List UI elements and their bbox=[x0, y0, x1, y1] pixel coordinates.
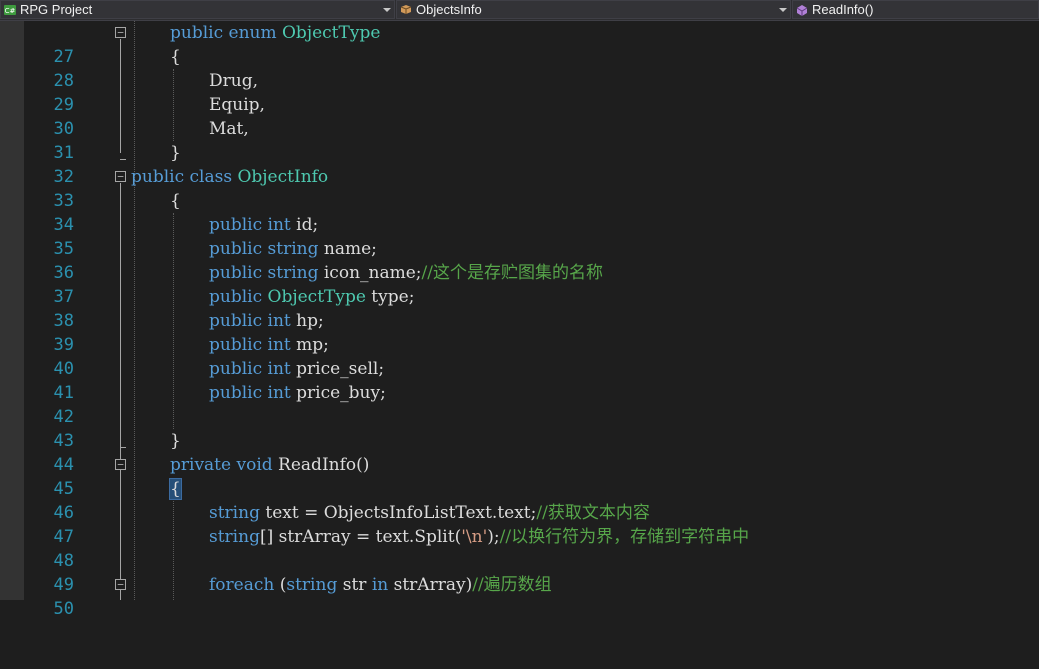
code-line: 49 bbox=[0, 549, 1039, 595]
code-line: 32 } bbox=[0, 141, 1039, 187]
chevron-down-icon[interactable] bbox=[779, 8, 787, 12]
code-line: 44 } bbox=[0, 429, 1039, 475]
code-line: 46 { bbox=[0, 477, 1039, 523]
class-icon bbox=[399, 3, 413, 17]
class-dropdown[interactable]: ObjectsInfo bbox=[396, 0, 791, 19]
code-line: 33 public class ObjectInfo bbox=[0, 165, 1039, 211]
code-line: 30 Equip, bbox=[0, 93, 1039, 139]
member-dropdown[interactable]: ReadInfo() bbox=[792, 0, 1039, 19]
chevron-down-icon[interactable] bbox=[383, 8, 391, 12]
code-line: 42 public int price_buy; bbox=[0, 381, 1039, 427]
class-label: ObjectsInfo bbox=[416, 2, 482, 17]
code-line: 28 { bbox=[0, 45, 1039, 91]
code-line: 31 Mat, bbox=[0, 117, 1039, 163]
code-line: 29 Drug, bbox=[0, 69, 1039, 115]
navigation-bar: C# RPG Project ObjectsInfo ReadInfo() bbox=[0, 0, 1039, 21]
method-icon bbox=[795, 3, 809, 17]
code-line: 36 public string name; bbox=[0, 237, 1039, 283]
svg-text:C#: C# bbox=[5, 7, 16, 15]
code-line: 47 string text = ObjectsInfoListText.tex… bbox=[0, 501, 1039, 547]
code-line: 40 public int mp; bbox=[0, 333, 1039, 379]
csharp-project-icon: C# bbox=[3, 3, 17, 17]
code-line: 38 public ObjectType type; bbox=[0, 285, 1039, 331]
project-label: RPG Project bbox=[20, 2, 93, 17]
line-number: 50 bbox=[53, 599, 74, 619]
code-line: 45 private void ReadInfo() bbox=[0, 453, 1039, 499]
project-dropdown[interactable]: C# RPG Project bbox=[0, 0, 395, 19]
code-line: 34 { bbox=[0, 189, 1039, 235]
code-line: 39 public int hp; bbox=[0, 309, 1039, 355]
member-label: ReadInfo() bbox=[812, 2, 874, 17]
code-line: 41 public int price_sell; bbox=[0, 357, 1039, 403]
code-line: 37 public string icon_name;//这个是存贮图集的名称 bbox=[0, 261, 1039, 307]
code-line: 50 foreach (string str in strArray)//遍历数… bbox=[0, 573, 1039, 619]
code-line: 43 bbox=[0, 405, 1039, 451]
code-editor[interactable]: − − − − 27 public enum ObjectType 28 { 2… bbox=[0, 21, 1039, 619]
code-line: 27 public enum ObjectType bbox=[0, 21, 1039, 67]
matched-brace: { bbox=[169, 478, 182, 500]
code-line: 35 public int id; bbox=[0, 213, 1039, 259]
code-line: 48 string[] strArray = text.Split('\n');… bbox=[0, 525, 1039, 571]
